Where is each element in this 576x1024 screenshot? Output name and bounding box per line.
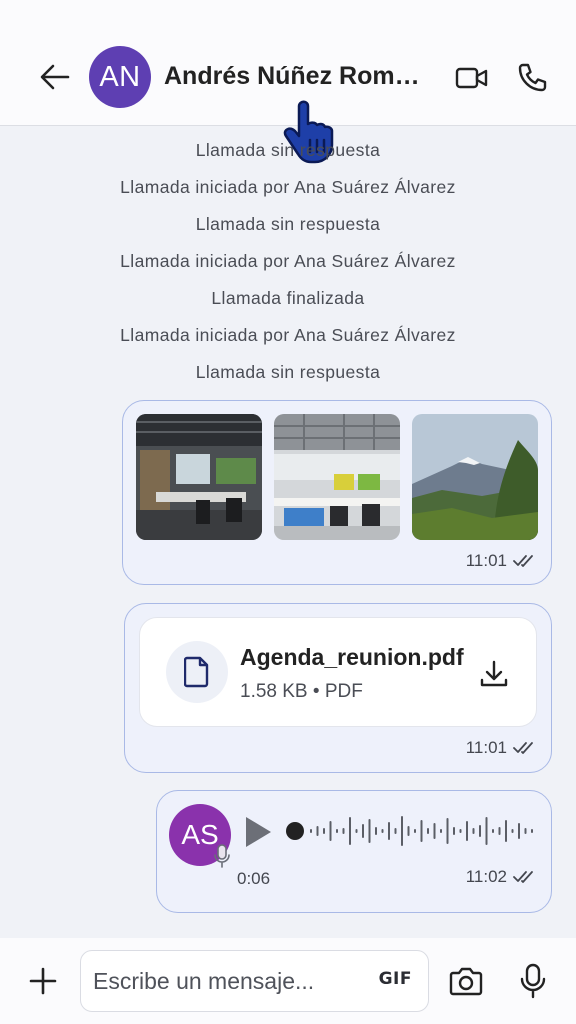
file-size-type: 1.58 KB • PDF [240, 681, 363, 702]
file-message-bubble: Agenda_reunion.pdf 1.58 KB • PDF 11:01 [124, 603, 552, 773]
message-input[interactable] [93, 963, 373, 999]
system-message: Llamada finalizada [211, 288, 365, 308]
message-meta: 11:01 [466, 551, 537, 571]
contact-name[interactable]: Andrés Núñez Romero [164, 62, 424, 96]
message-time: 11:02 [465, 867, 507, 886]
camera-button[interactable] [447, 962, 485, 1000]
waveform-scrubber[interactable] [286, 822, 304, 840]
add-attachment-button[interactable] [26, 964, 60, 998]
microphone-icon [520, 963, 546, 999]
video-camera-icon [455, 67, 488, 89]
arrow-left-icon [40, 64, 70, 90]
voice-call-button[interactable] [514, 60, 550, 96]
message-time: 11:01 [465, 551, 507, 570]
system-message: Llamada iniciada por Ana Suárez Álvarez [120, 251, 456, 271]
download-icon [480, 660, 508, 687]
message-composer: GIF [0, 938, 576, 1024]
document-icon [184, 656, 209, 688]
play-icon[interactable] [243, 815, 273, 849]
plus-icon [29, 967, 57, 995]
file-icon-container [166, 641, 228, 703]
mic-badge [211, 843, 233, 869]
download-button[interactable] [476, 656, 512, 692]
double-check-icon [513, 742, 533, 754]
video-call-button[interactable] [454, 60, 490, 96]
image-message-bubble: 11:01 [122, 400, 552, 585]
double-check-icon [513, 555, 533, 567]
camera-icon [449, 967, 483, 996]
audio-message-bubble: AS 0:06 11:02 [156, 790, 552, 913]
message-input-container: GIF [80, 950, 429, 1012]
phone-icon [518, 63, 547, 92]
image-thumbnail-workspace[interactable] [274, 414, 400, 540]
message-meta: 11:02 [466, 867, 537, 887]
audio-duration: 0:06 [237, 869, 271, 888]
system-message: Llamada sin respuesta [195, 214, 381, 234]
system-message: Llamada sin respuesta [195, 362, 381, 382]
system-message: Llamada iniciada por Ana Suárez Álvarez [120, 325, 456, 345]
message-meta: 11:01 [466, 738, 537, 758]
system-message: Llamada sin respuesta [195, 140, 381, 160]
system-message: Llamada iniciada por Ana Suárez Álvarez [120, 177, 456, 197]
contact-avatar[interactable]: AN [89, 46, 151, 108]
record-audio-button[interactable] [514, 960, 552, 1002]
double-check-icon [513, 871, 533, 883]
microphone-icon [214, 844, 230, 868]
message-time: 11:01 [465, 738, 507, 757]
back-button[interactable] [38, 62, 72, 92]
gif-button[interactable]: GIF [379, 969, 412, 989]
image-thumbnail-volcano[interactable] [412, 414, 538, 540]
audio-waveform[interactable] [283, 811, 539, 851]
file-attachment-card[interactable]: Agenda_reunion.pdf 1.58 KB • PDF [139, 617, 537, 727]
image-thumbnail-office[interactable] [136, 414, 262, 540]
file-name: Agenda_reunion.pdf [240, 644, 464, 670]
